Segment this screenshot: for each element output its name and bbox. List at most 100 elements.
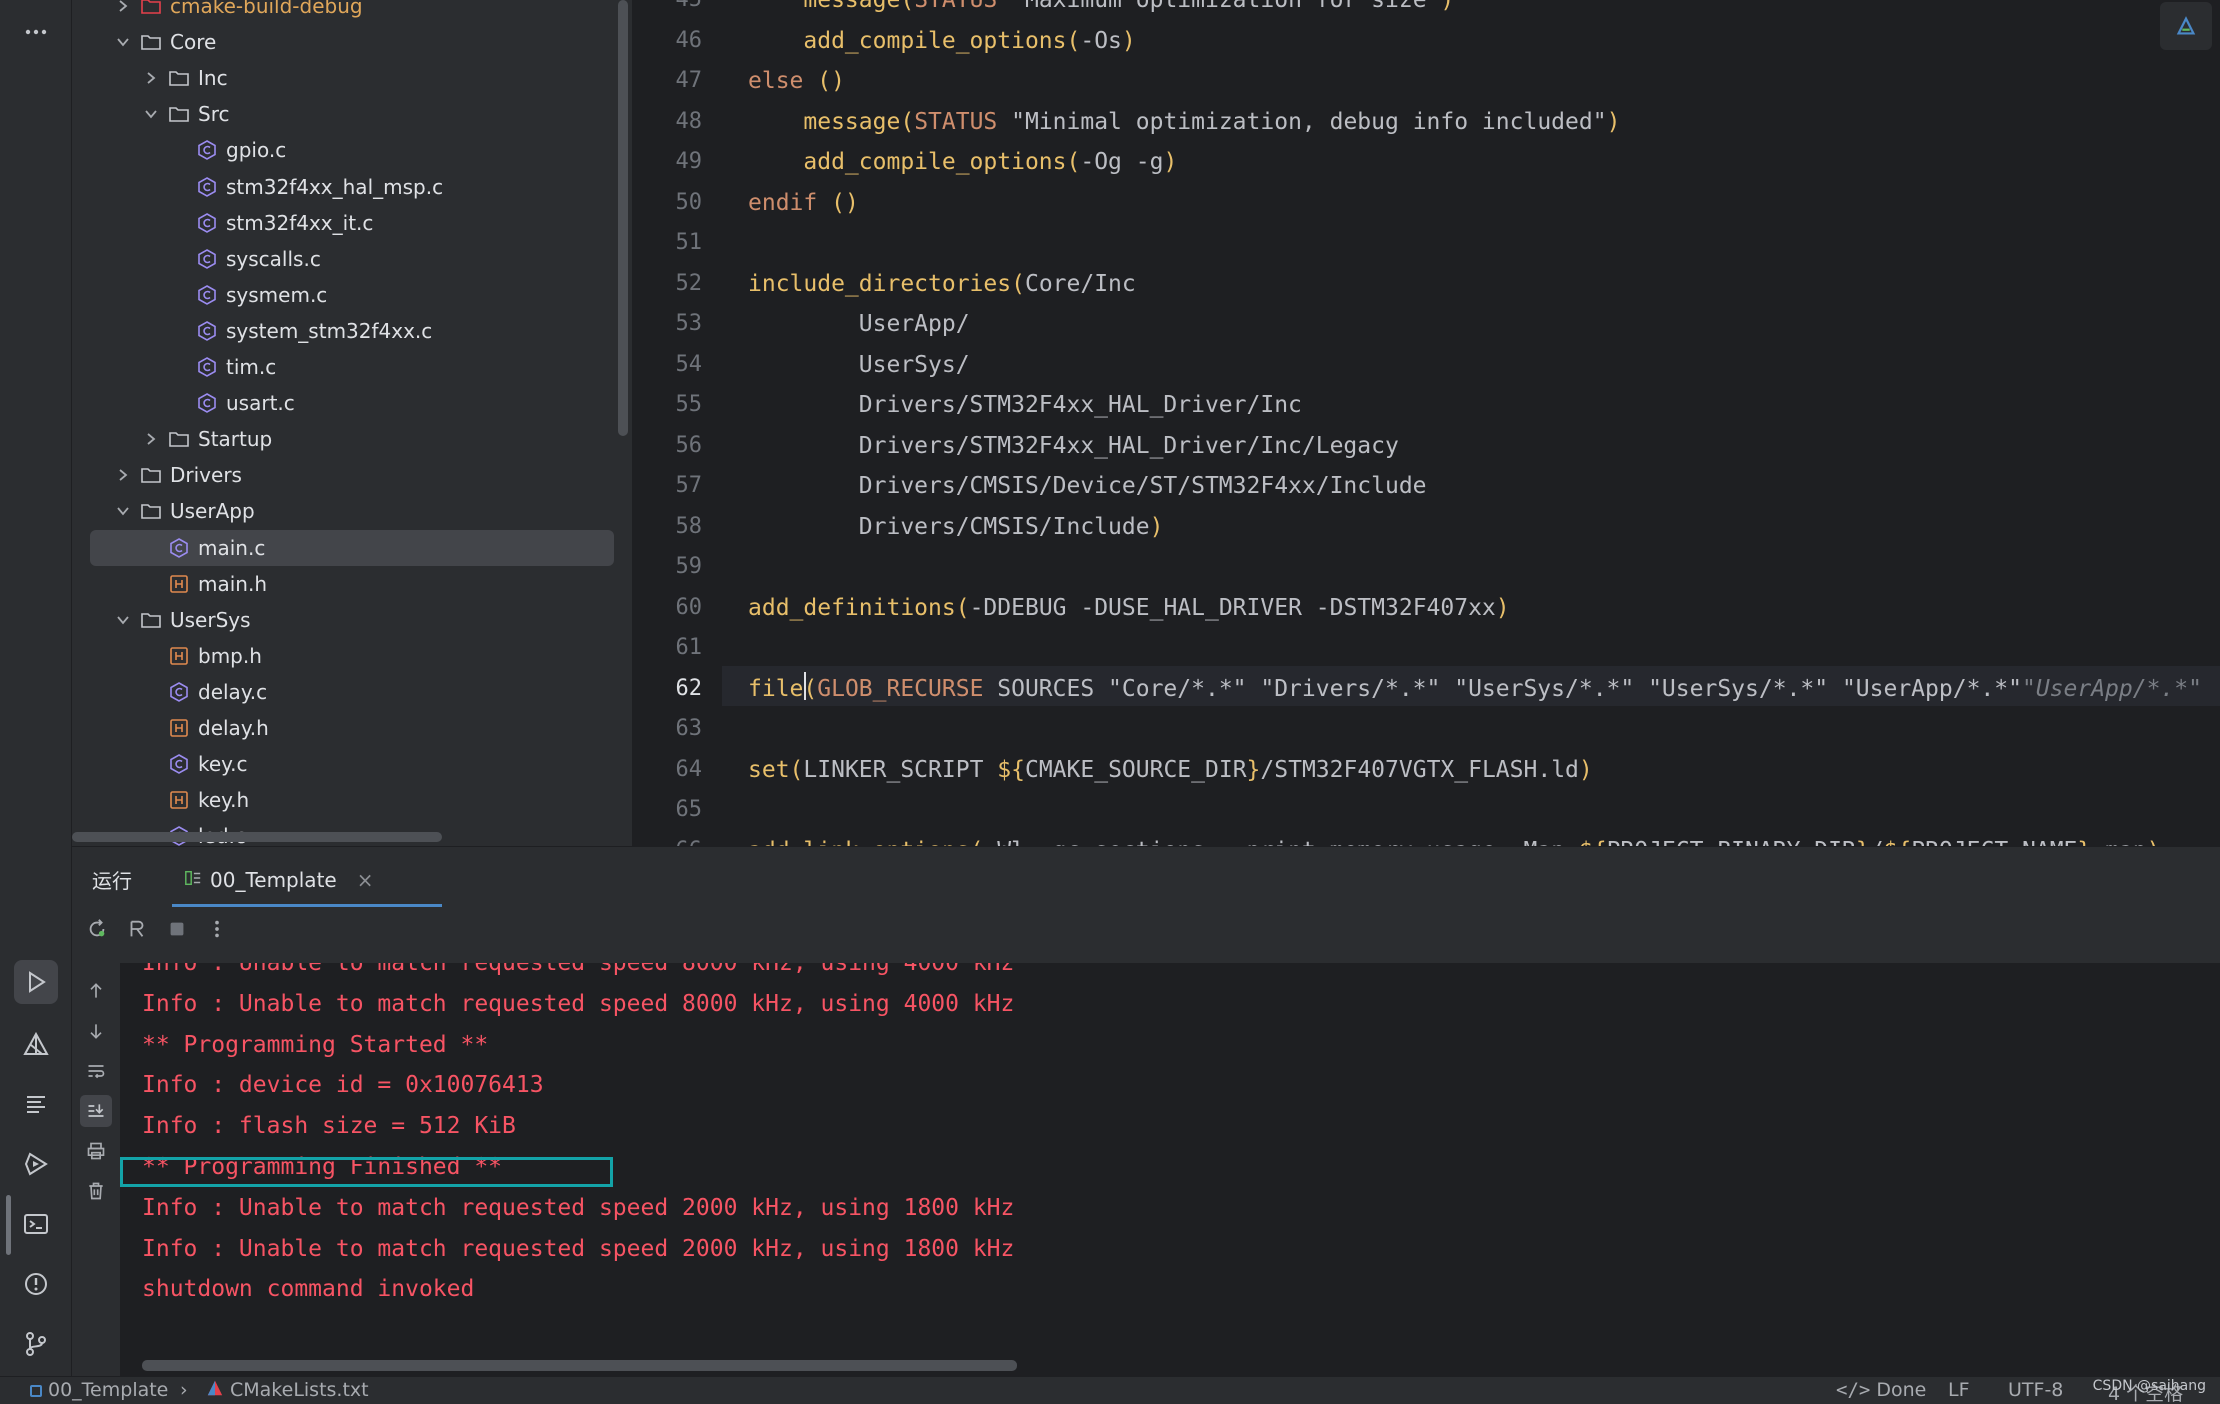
tree-folder[interactable]: UserSys	[90, 602, 614, 638]
tree-file[interactable]: key.h	[90, 782, 614, 818]
code-line[interactable]: else ()	[748, 61, 845, 101]
tree-file[interactable]: stm32f4xx_it.c	[90, 205, 614, 241]
tree-file[interactable]: main.c	[90, 529, 614, 566]
code-line[interactable]: UserApp/	[748, 304, 970, 344]
code-line[interactable]: add_compile_options(-Os)	[748, 21, 1135, 61]
line-number: 48	[675, 108, 703, 134]
tree-file[interactable]: delay.c	[90, 674, 614, 710]
status-bar: 00_Template › CMakeLists.txt </> Done LF …	[0, 1376, 2220, 1404]
chevron-right-icon[interactable]	[140, 428, 162, 450]
line-number: 61	[675, 635, 703, 660]
tree-item-label: bmp.h	[198, 643, 262, 668]
line-number: 51	[675, 230, 703, 255]
tree-item-label: Src	[198, 102, 230, 127]
tree-item-label: key.h	[198, 788, 250, 813]
tree-file[interactable]: usart.c	[90, 385, 614, 421]
tree-item-label: UserApp	[170, 499, 255, 524]
rerun-icon[interactable]	[82, 914, 112, 944]
structure-tool-icon[interactable]	[14, 1082, 58, 1126]
close-icon[interactable]: ×	[357, 868, 374, 892]
ai-assistant-icon[interactable]	[2160, 2, 2212, 50]
code-line[interactable]: file(GLOB_RECURSE SOURCES "Core/*.*" "Dr…	[748, 669, 2202, 709]
stop-icon[interactable]	[162, 914, 192, 944]
chevron-right-icon[interactable]	[140, 67, 162, 89]
tree-folder[interactable]: UserApp	[90, 493, 614, 529]
arrow-down-icon[interactable]	[80, 1015, 112, 1047]
tree-folder[interactable]: Startup	[90, 421, 614, 457]
tree-file[interactable]: syscalls.c	[90, 241, 614, 277]
tree-folder[interactable]: Src	[90, 96, 614, 132]
run-tab-00-template[interactable]: 00_Template ×	[172, 855, 442, 907]
arrow-up-icon[interactable]	[80, 975, 112, 1007]
code-line[interactable]: add_definitions(-DDEBUG -DUSE_HAL_DRIVER…	[748, 588, 1510, 628]
tree-file[interactable]: main.h	[90, 566, 614, 602]
breadcrumb-project[interactable]: 00_Template	[30, 1379, 168, 1401]
tree-folder[interactable]: Drivers	[90, 457, 614, 493]
terminal-tool-icon[interactable]	[14, 1202, 58, 1246]
chevron-right-icon[interactable]	[112, 0, 134, 17]
chevron-down-icon[interactable]	[140, 103, 162, 125]
run-tool-icon[interactable]	[14, 960, 58, 1004]
console-output[interactable]: Info : Unable to match requested speed 8…	[120, 963, 2220, 1377]
line-ending[interactable]: LF	[1948, 1379, 1970, 1401]
line-number: 46	[675, 27, 703, 53]
tool-window-strip	[0, 0, 72, 1404]
tree-file[interactable]: gpio.c	[90, 132, 614, 168]
trash-icon[interactable]	[80, 1175, 112, 1207]
tree-folder[interactable]: Core	[90, 24, 614, 60]
c-file-icon	[196, 248, 218, 270]
code-text: file(GLOB_RECURSE SOURCES "Core/*.*" "Dr…	[748, 675, 2022, 702]
c-file-icon	[196, 320, 218, 342]
chevron-down-icon[interactable]	[112, 31, 134, 53]
header-file-icon	[168, 717, 190, 739]
more-icon[interactable]	[14, 10, 58, 54]
code-line[interactable]: include_directories(Core/Inc	[748, 264, 1136, 304]
run-toolbar	[72, 907, 2220, 951]
code-line[interactable]: Drivers/STM32F4xx_HAL_Driver/Inc/Legacy	[748, 426, 1399, 466]
breadcrumb-file[interactable]: CMakeLists.txt	[206, 1379, 369, 1402]
scroll-to-end-icon[interactable]	[80, 1095, 112, 1127]
code-editor[interactable]: 45 46 47 48 49 50 51 52 53 54 55 56 57 58 59 60 61 62 63 64…	[632, 0, 2220, 846]
chevron-right-icon[interactable]	[112, 464, 134, 486]
code-line[interactable]: message(STATUS "Minimal optimization, de…	[748, 102, 1620, 142]
tree-item-label: stm32f4xx_hal_msp.c	[226, 174, 444, 199]
tree-folder[interactable]: Inc	[90, 60, 614, 96]
chevron-down-icon[interactable]	[112, 609, 134, 631]
git-tool-icon[interactable]	[14, 1322, 58, 1366]
console-horizontal-scrollbar[interactable]	[142, 1360, 1017, 1371]
header-file-icon	[168, 573, 190, 595]
encoding[interactable]: UTF-8	[2008, 1379, 2063, 1401]
code-line[interactable]: Drivers/STM32F4xx_HAL_Driver/Inc	[748, 385, 1302, 425]
tree-file[interactable]: tim.c	[90, 349, 614, 385]
restore-layout-icon[interactable]	[122, 914, 152, 944]
services-tool-icon[interactable]	[14, 1142, 58, 1186]
tree-file[interactable]: key.c	[90, 746, 614, 782]
code-line[interactable]: UserSys/	[748, 345, 970, 385]
tree-file[interactable]: stm32f4xx_hal_msp.c	[90, 169, 614, 205]
code-line[interactable]: set(LINKER_SCRIPT ${CMAKE_SOURCE_DIR}/ST…	[748, 750, 1593, 790]
inline-completion-hint[interactable]: "UserApp/*.*"	[2022, 676, 2202, 702]
tree-file[interactable]: delay.h	[90, 710, 614, 746]
line-number: 64	[675, 756, 703, 782]
print-icon[interactable]	[80, 1135, 112, 1167]
tree-file[interactable]: bmp.h	[90, 638, 614, 674]
code-line[interactable]: endif ()	[748, 183, 859, 223]
folder-icon	[140, 31, 162, 53]
tree-horizontal-scrollbar[interactable]	[72, 832, 442, 842]
problems-tool-icon[interactable]	[14, 1262, 58, 1306]
code-line[interactable]: Drivers/CMSIS/Device/ST/STM32F4xx/Includ…	[748, 466, 1427, 506]
tree-folder[interactable]: cmake-build-debug	[90, 0, 614, 24]
code-line[interactable]: add_link_options(-Wl,-gc-sections,--prin…	[748, 831, 2161, 847]
code-line[interactable]: message(STATUS "Maximum optimization for…	[748, 0, 1454, 20]
cmake-tool-icon[interactable]	[14, 1022, 58, 1066]
tree-vertical-scrollbar[interactable]	[618, 0, 628, 436]
tree-file[interactable]: system_stm32f4xx.c	[90, 313, 614, 349]
chevron-down-icon[interactable]	[112, 500, 134, 522]
soft-wrap-icon[interactable]	[80, 1055, 112, 1087]
console-line: Info : flash size = 512 KiB	[142, 1113, 516, 1140]
code-line[interactable]: add_compile_options(-Og -g)	[748, 142, 1177, 182]
tree-file[interactable]: sysmem.c	[90, 277, 614, 313]
code-line[interactable]: Drivers/CMSIS/Include)	[748, 507, 1164, 547]
more-options-icon[interactable]	[202, 914, 232, 944]
build-status[interactable]: </> Done	[1836, 1379, 1926, 1401]
